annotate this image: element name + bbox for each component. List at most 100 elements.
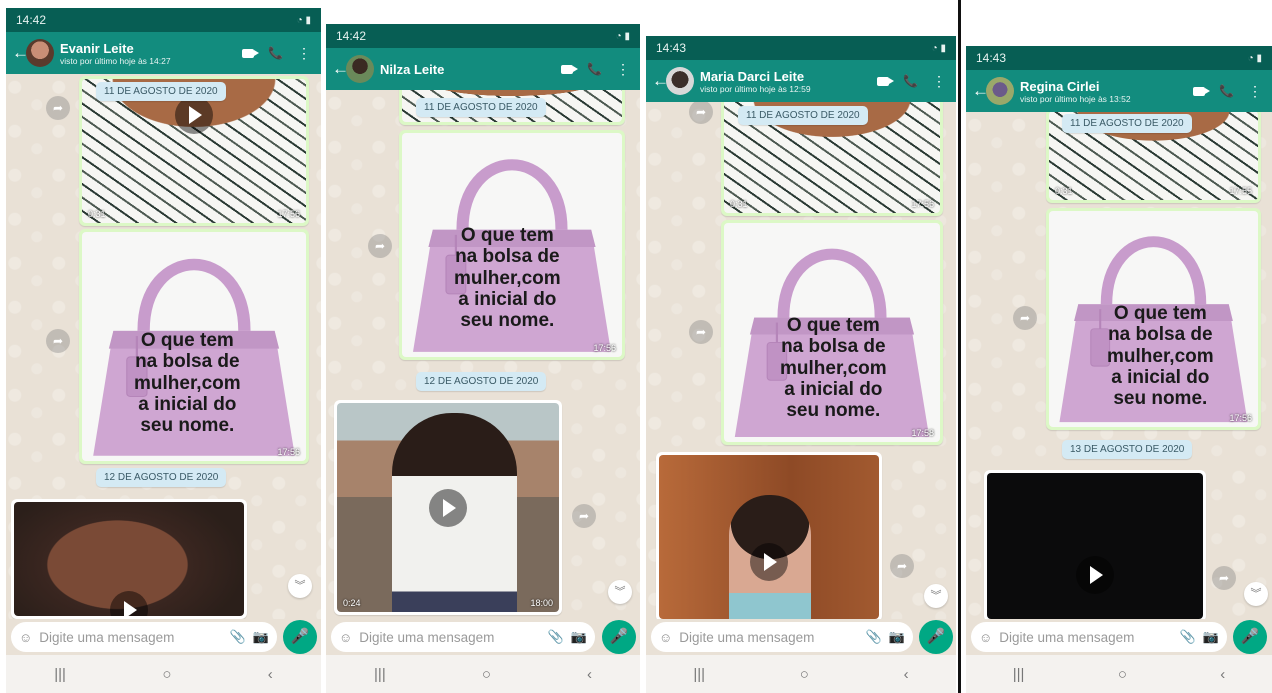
status-bar: 14:43 ◔ ▮: [966, 46, 1272, 70]
scroll-down-button[interactable]: ︾: [288, 574, 312, 598]
message-time: 17:56: [277, 447, 300, 457]
avatar[interactable]: [26, 39, 54, 67]
forward-icon[interactable]: ➦: [689, 102, 713, 124]
attach-icon[interactable]: 📎: [866, 629, 882, 645]
contact-info[interactable]: Nilza Leite: [380, 62, 561, 77]
back-arrow-icon[interactable]: ←: [652, 71, 669, 91]
forward-icon[interactable]: ➦: [368, 234, 392, 258]
video-message[interactable]: 0:24 18:00: [334, 400, 562, 615]
scroll-down-button[interactable]: ︾: [608, 580, 632, 604]
status-icons: ◔ ▮: [296, 14, 311, 26]
play-icon[interactable]: [429, 488, 467, 527]
date-chip: 11 DE AGOSTO DE 2020: [1062, 114, 1192, 133]
recent-apps-icon[interactable]: |||: [693, 666, 705, 683]
voice-call-icon[interactable]: 📞: [587, 62, 602, 76]
video-call-icon[interactable]: [1193, 86, 1211, 96]
date-chip: 12 DE AGOSTO DE 2020: [416, 372, 547, 391]
nav-back-icon[interactable]: ‹: [268, 666, 273, 683]
date-chip: 12 DE AGOSTO DE 2020: [96, 468, 227, 487]
image-message[interactable]: O que tem na bolsa de mulher,com a inici…: [721, 220, 943, 445]
home-icon[interactable]: ○: [1118, 666, 1127, 683]
forward-icon[interactable]: ➦: [572, 504, 596, 528]
play-icon[interactable]: [750, 542, 788, 581]
scroll-down-button[interactable]: ︾: [1244, 582, 1268, 606]
forward-icon[interactable]: ➦: [890, 554, 914, 578]
recent-apps-icon[interactable]: |||: [54, 666, 66, 683]
mic-button[interactable]: 🎤: [919, 620, 953, 654]
play-icon[interactable]: [175, 96, 213, 134]
mic-button[interactable]: 🎤: [602, 620, 636, 654]
forward-icon[interactable]: ➦: [1212, 566, 1236, 590]
image-message[interactable]: O que tem na bolsa de mulher,com a inici…: [1046, 208, 1261, 430]
forward-icon[interactable]: ➦: [1013, 306, 1037, 330]
menu-icon[interactable]: ⋮: [616, 61, 630, 78]
nav-back-icon[interactable]: ‹: [587, 666, 592, 683]
video-duration: 0:31: [730, 199, 748, 209]
voice-call-icon[interactable]: 📞: [268, 46, 283, 60]
contact-info[interactable]: Maria Darci Leite visto por último hoje …: [700, 69, 877, 94]
camera-icon[interactable]: 📷: [253, 629, 269, 645]
emoji-icon[interactable]: ☺: [659, 630, 672, 645]
contact-info[interactable]: Regina Cirlei visto por último hoje às 1…: [1020, 79, 1193, 104]
play-icon[interactable]: [110, 591, 148, 616]
home-icon[interactable]: ○: [482, 666, 491, 683]
message-time: 17:55: [1229, 186, 1252, 196]
nav-back-icon[interactable]: ‹: [904, 666, 909, 683]
home-icon[interactable]: ○: [800, 666, 809, 683]
video-message[interactable]: [984, 470, 1206, 622]
system-nav-bar: ||| ○ ‹: [6, 655, 321, 693]
scroll-down-button[interactable]: ︾: [924, 584, 948, 608]
back-arrow-icon[interactable]: ←: [12, 43, 29, 63]
chat-area: 11 DE AGOSTO DE 2020 O que tem na bolsa …: [326, 90, 640, 625]
recent-apps-icon[interactable]: |||: [1013, 666, 1025, 683]
camera-icon[interactable]: 📷: [571, 629, 587, 645]
video-call-icon[interactable]: [242, 48, 260, 58]
video-message[interactable]: [11, 499, 247, 619]
message-time: 17:58: [911, 428, 934, 438]
attach-icon[interactable]: 📎: [548, 629, 564, 645]
mic-button[interactable]: 🎤: [283, 620, 317, 654]
recent-apps-icon[interactable]: |||: [374, 666, 386, 683]
image-message[interactable]: O que tem na bolsa de mulher,com a inici…: [79, 229, 309, 464]
forward-icon[interactable]: ➦: [46, 329, 70, 353]
chat-header: ← Regina Cirlei visto por último hoje às…: [966, 70, 1272, 112]
attach-icon[interactable]: 📎: [1180, 629, 1196, 645]
image-message[interactable]: O que tem na bolsa de mulher,com a inici…: [399, 130, 625, 360]
chat-header: ← Evanir Leite visto por último hoje às …: [6, 32, 321, 74]
voice-call-icon[interactable]: 📞: [903, 74, 918, 88]
message-input[interactable]: Digite uma mensagem: [359, 630, 540, 645]
attach-icon[interactable]: 📎: [230, 629, 246, 645]
date-chip: 11 DE AGOSTO DE 2020: [738, 106, 868, 125]
emoji-icon[interactable]: ☺: [19, 630, 32, 645]
back-arrow-icon[interactable]: ←: [972, 81, 989, 101]
message-input[interactable]: Digite uma mensagem: [679, 630, 858, 645]
video-duration: 0:31: [1055, 186, 1073, 196]
avatar[interactable]: [346, 55, 374, 83]
menu-icon[interactable]: ⋮: [932, 73, 946, 90]
menu-icon[interactable]: ⋮: [1248, 83, 1262, 100]
message-input[interactable]: Digite uma mensagem: [39, 630, 222, 645]
contact-info[interactable]: Evanir Leite visto por último hoje às 14…: [60, 41, 242, 66]
forward-icon[interactable]: ➦: [689, 320, 713, 344]
video-call-icon[interactable]: [561, 64, 579, 74]
status-icons: ◔ ▮: [615, 30, 630, 42]
back-arrow-icon[interactable]: ←: [332, 59, 349, 79]
status-time: 14:42: [16, 13, 47, 27]
mic-button[interactable]: 🎤: [1233, 620, 1267, 654]
home-icon[interactable]: ○: [162, 666, 171, 683]
video-message[interactable]: [656, 452, 882, 622]
camera-icon[interactable]: 📷: [889, 629, 905, 645]
nav-back-icon[interactable]: ‹: [1220, 666, 1225, 683]
chat-header: ← Maria Darci Leite visto por último hoj…: [646, 60, 956, 102]
emoji-icon[interactable]: ☺: [339, 630, 352, 645]
menu-icon[interactable]: ⋮: [297, 45, 311, 62]
emoji-icon[interactable]: ☺: [979, 630, 992, 645]
avatar[interactable]: [986, 77, 1014, 105]
voice-call-icon[interactable]: 📞: [1219, 84, 1234, 98]
camera-icon[interactable]: 📷: [1203, 629, 1219, 645]
video-call-icon[interactable]: [877, 76, 895, 86]
play-icon[interactable]: [1076, 556, 1114, 595]
message-input[interactable]: Digite uma mensagem: [999, 630, 1172, 645]
avatar[interactable]: [666, 67, 694, 95]
forward-icon[interactable]: ➦: [46, 96, 70, 120]
